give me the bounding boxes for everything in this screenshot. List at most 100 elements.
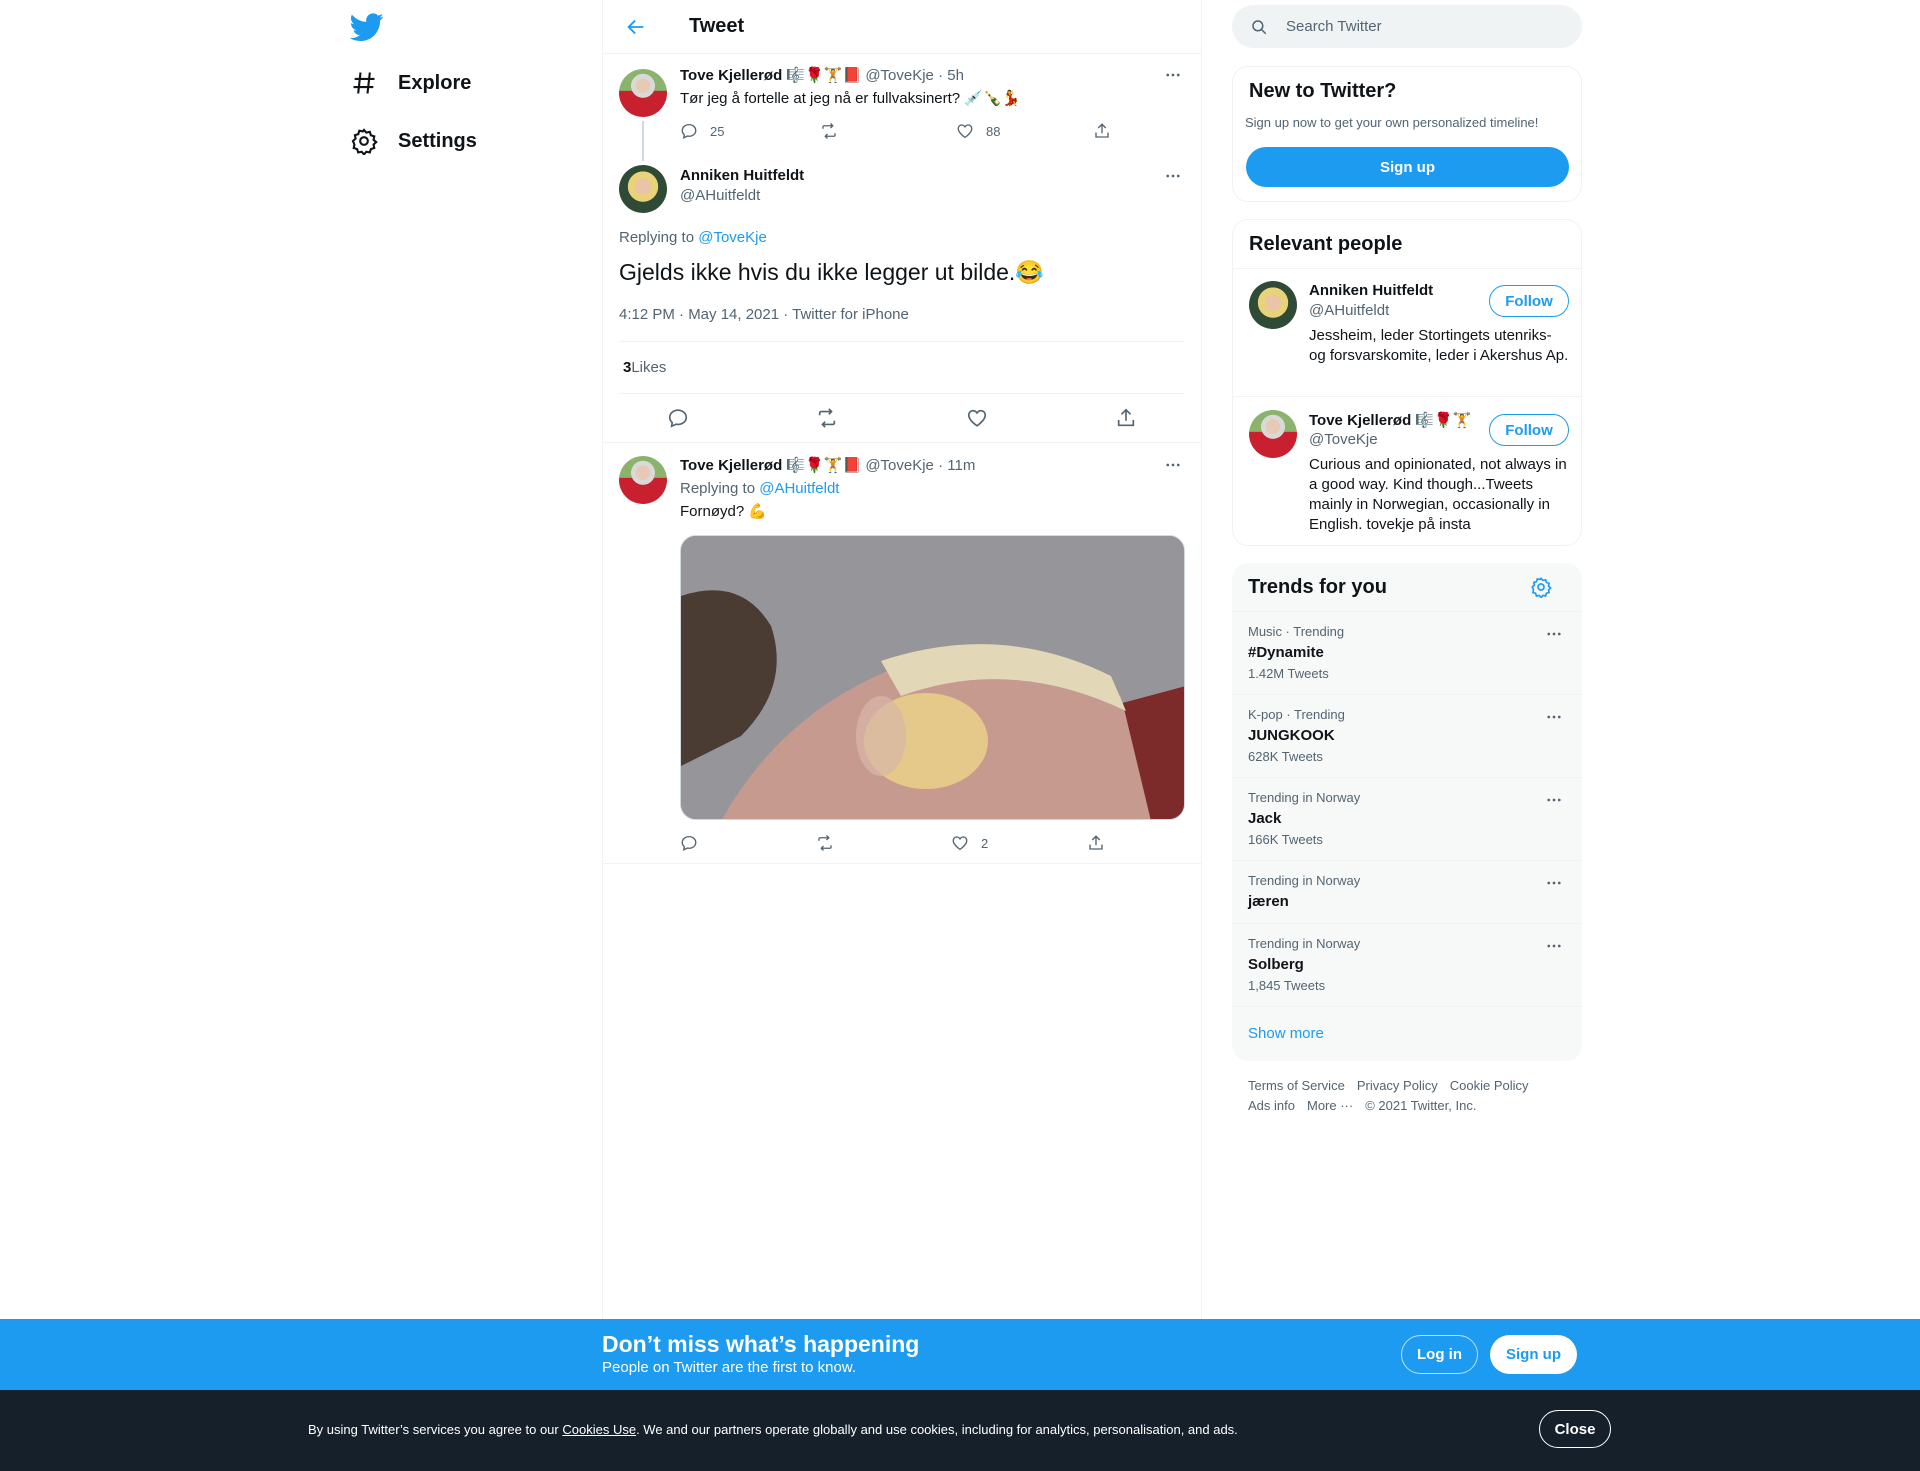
trend-item[interactable]: K-pop · Trending JUNGKOOK 628K Tweets [1232,694,1582,777]
like-count: 2 [981,835,989,851]
reply-tweet[interactable]: Tove Kjellerød 🎼🌹🏋📕 @ToveKje · 11m Reply… [603,443,1201,864]
avatar[interactable] [1249,410,1297,458]
retweet-button[interactable] [820,122,956,140]
gear-icon [1531,576,1552,599]
more-options-button[interactable] [1161,453,1185,477]
like-button[interactable] [966,407,988,429]
tweet-photo[interactable] [680,535,1185,820]
replying-to-link[interactable]: @AHuitfeldt [759,480,839,497]
person-name[interactable]: Anniken Huitfeldt [1309,282,1433,299]
person-name[interactable]: Tove Kjellerød [1309,412,1411,429]
share-button[interactable] [1087,834,1105,852]
person-item[interactable]: Anniken Huitfeldt @AHuitfeldt Follow Jes… [1233,269,1581,397]
reply-icon [681,835,697,851]
replying-to-link[interactable]: @ToveKje [698,229,767,246]
privacy-link[interactable]: Privacy Policy [1357,1078,1438,1093]
trend-item[interactable]: Trending in Norway Solberg 1,845 Tweets [1232,923,1582,1006]
avatar[interactable] [619,69,667,117]
replying-prefix: Replying to [680,480,760,497]
follow-button[interactable]: Follow [1489,285,1569,317]
heart-icon [967,409,986,427]
ads-info-link[interactable]: Ads info [1248,1098,1295,1113]
cookie-bar: By using Twitter’s services you agree to… [0,1390,1920,1471]
trend-context: K-pop · Trending [1248,707,1345,722]
tweet-time[interactable]: 11m [947,457,975,474]
trend-more-button[interactable] [1542,788,1566,812]
terms-link[interactable]: Terms of Service [1248,1078,1345,1093]
reply-button[interactable] [680,834,816,852]
trends-settings-button[interactable] [1530,576,1554,600]
author-name[interactable]: Tove Kjellerød [680,457,782,474]
tweet-meta[interactable]: 4:12 PM · May 14, 2021 · Twitter for iPh… [619,306,909,323]
likes-stat[interactable]: 3 Likes [619,341,1185,394]
banner-signup-button[interactable]: Sign up [1490,1335,1577,1374]
cookie-close-button[interactable]: Close [1539,1410,1611,1448]
trend-more-button[interactable] [1542,705,1566,729]
author-emojis: 🎼🌹🏋📕 [786,67,862,84]
retweet-button[interactable] [816,834,951,852]
trend-more-button[interactable] [1542,622,1566,646]
author-emojis: 🎼🌹🏋📕 [786,457,862,474]
trend-more-button[interactable] [1542,871,1566,895]
like-count: 88 [986,123,1001,139]
trend-item[interactable]: Trending in Norway Jack 166K Tweets [1232,777,1582,860]
cookie-prefix: By using Twitter’s services you agree to… [308,1422,563,1437]
tweet-text: Tør jeg å fortelle at jeg nå er fullvaks… [680,90,1021,107]
more-dots-icon [1547,798,1561,802]
retweet-button[interactable] [816,407,838,429]
nav-settings[interactable]: Settings [350,116,477,166]
author-handle[interactable]: @ToveKje [865,67,934,84]
nav-explore[interactable]: Explore [350,58,471,108]
trend-item[interactable]: Music · Trending #Dynamite 1.42M Tweets [1232,611,1582,694]
tweet-time[interactable]: 5h [947,67,964,84]
share-button[interactable] [1115,407,1137,429]
person-item[interactable]: Tove Kjellerød 🎼🌹🏋 @ToveKje Follow Curio… [1233,398,1581,546]
author-name[interactable]: Anniken Huitfeldt [680,167,804,184]
twitter-bird-icon[interactable] [349,10,384,44]
card-title: Relevant people [1249,233,1403,255]
cookies-use-link[interactable]: Cookies Use [562,1422,636,1437]
replying-to: Replying to @AHuitfeldt [680,480,839,497]
author-handle[interactable]: @AHuitfeldt [680,187,760,204]
likes-count: 3 [623,359,632,376]
like-button[interactable]: 2 [951,834,1087,852]
person-handle[interactable]: @ToveKje [1309,431,1378,448]
reply-button[interactable] [667,407,689,429]
cookie-policy-link[interactable]: Cookie Policy [1450,1078,1529,1093]
avatar[interactable] [619,165,667,213]
main-column: Tweet Tove Kjellerød 🎼🌹🏋📕 @ToveKje · 5h … [602,0,1202,1320]
share-icon [1118,408,1135,427]
more-options-button[interactable] [1161,63,1185,87]
more-options-button[interactable] [1161,164,1185,188]
signup-banner: Don’t miss what’s happening People on Tw… [0,1319,1920,1390]
trend-item[interactable]: Trending in Norway jæren [1232,860,1582,923]
author-handle[interactable]: @ToveKje [865,457,934,474]
trend-name: JUNGKOOK [1248,727,1335,744]
trend-name: #Dynamite [1248,644,1324,661]
cookie-text: By using Twitter’s services you agree to… [308,1422,1238,1437]
more-link[interactable]: More ··· [1307,1098,1353,1113]
new-to-twitter-card: New to Twitter? Sign up now to get your … [1232,66,1582,202]
more-dots-icon [1547,632,1561,636]
trend-context: Trending in Norway [1248,936,1361,951]
reply-count: 25 [710,123,725,139]
show-more-link[interactable]: Show more [1248,1025,1324,1042]
banner-title: Don’t miss what’s happening [602,1331,920,1357]
search-box[interactable] [1232,5,1582,48]
person-handle[interactable]: @AHuitfeldt [1309,302,1389,319]
trend-more-button[interactable] [1542,934,1566,958]
login-button[interactable]: Log in [1401,1335,1478,1374]
relevant-people-card: Relevant people Anniken Huitfeldt @AHuit… [1232,219,1582,546]
back-button[interactable] [619,10,653,44]
like-button[interactable]: 88 [956,122,1093,140]
avatar[interactable] [1249,281,1297,329]
share-button[interactable] [1093,122,1111,140]
search-input[interactable] [1286,18,1546,35]
reply-button[interactable]: 25 [680,122,820,140]
follow-button[interactable]: Follow [1489,414,1569,446]
person-bio: Curious and opinionated, not always in a… [1309,456,1567,533]
signup-button[interactable]: Sign up [1246,147,1569,187]
author-name[interactable]: Tove Kjellerød [680,67,782,84]
avatar[interactable] [619,456,667,504]
parent-tweet[interactable]: Tove Kjellerød 🎼🌹🏋📕 @ToveKje · 5h Tør je… [603,55,1201,161]
